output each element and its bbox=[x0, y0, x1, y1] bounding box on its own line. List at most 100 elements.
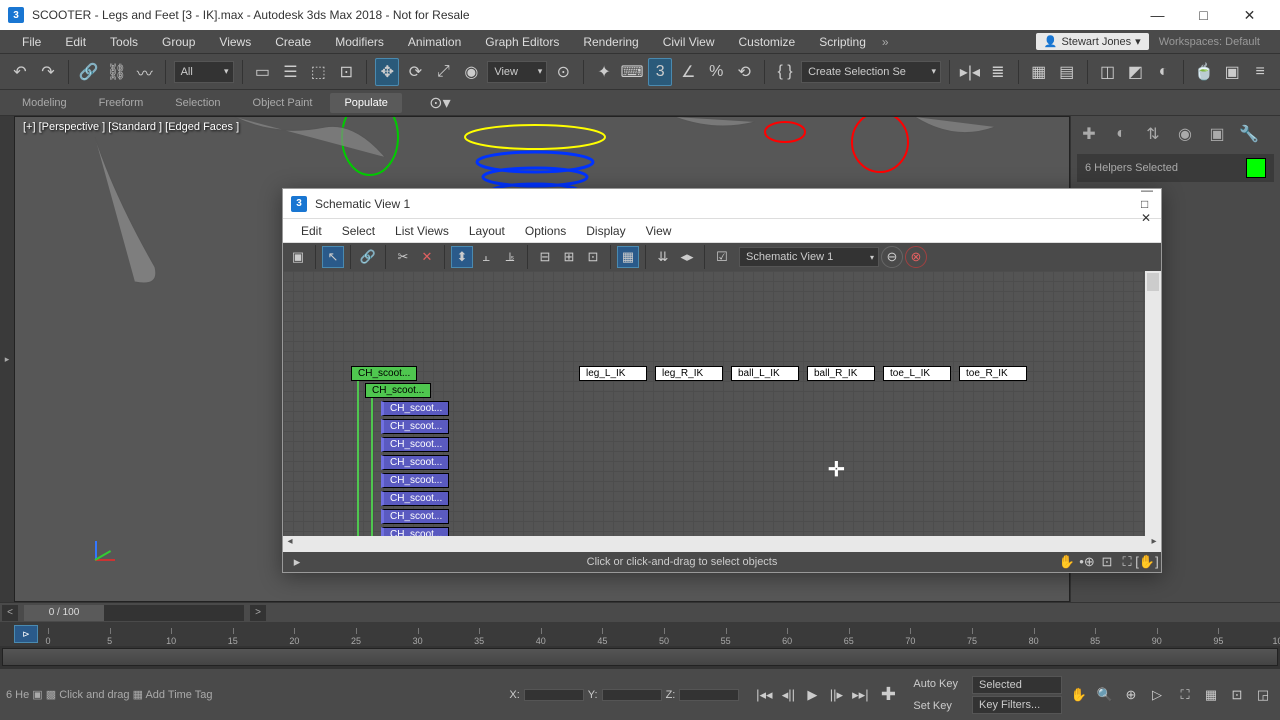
nav-fov-button[interactable]: ▷ bbox=[1146, 684, 1168, 706]
goto-start-button[interactable]: |◂◂ bbox=[753, 684, 775, 706]
next-frame-button[interactable]: ||▸ bbox=[825, 684, 847, 706]
schematic-arrange-button[interactable]: ⬍ bbox=[451, 246, 473, 268]
filter-dropdown[interactable]: All bbox=[174, 61, 234, 83]
schematic-vscroll[interactable] bbox=[1145, 271, 1161, 538]
ribbon-freeform[interactable]: Freeform bbox=[85, 93, 158, 113]
nav-orbit-button[interactable]: ⊕ bbox=[1120, 684, 1142, 706]
create-panel-icon[interactable]: ✚ bbox=[1077, 122, 1101, 146]
angle-snap-button[interactable]: ∠ bbox=[676, 58, 700, 86]
select-button[interactable]: ▭ bbox=[250, 58, 274, 86]
timeline-key-mode-button[interactable]: ⊳ bbox=[14, 625, 38, 643]
nav-pan-button[interactable]: ✋ bbox=[1068, 684, 1090, 706]
schematic-node[interactable]: CH_scoot... bbox=[381, 509, 449, 524]
motion-panel-icon[interactable]: ◉ bbox=[1173, 122, 1197, 146]
menu-views[interactable]: Views bbox=[207, 31, 263, 53]
ref-coord-dropdown[interactable]: View bbox=[487, 61, 547, 83]
schematic-pan-icon[interactable]: ✋ bbox=[1057, 553, 1077, 571]
schematic-zoom-region-icon[interactable]: ⊡ bbox=[1097, 553, 1117, 571]
schematic-titlebar[interactable]: 3 Schematic View 1 — □ ✕ bbox=[283, 189, 1161, 219]
nav-max-toggle-button[interactable]: ⊡ bbox=[1226, 684, 1248, 706]
schematic-node-root[interactable]: CH_scoot... bbox=[351, 366, 417, 381]
unlink-button[interactable]: ⛓ bbox=[105, 58, 129, 86]
schematic-unlink-button[interactable]: ✂ bbox=[392, 246, 414, 268]
menu-file[interactable]: File bbox=[10, 31, 53, 53]
percent-snap-button[interactable]: % bbox=[704, 58, 728, 86]
hierarchy-panel-icon[interactable]: ⇅ bbox=[1141, 122, 1165, 146]
schematic-node-toe-r-ik[interactable]: toe_R_IK bbox=[959, 366, 1027, 381]
schematic-menu-listviews[interactable]: List Views bbox=[385, 222, 459, 240]
timeslider-prev[interactable]: < bbox=[2, 605, 18, 621]
ribbon-modeling[interactable]: Modeling bbox=[8, 93, 81, 113]
schematic-node-leg-r-ik[interactable]: leg_R_IK bbox=[655, 366, 723, 381]
schematic-back-button[interactable]: ⊖ bbox=[881, 246, 903, 268]
schematic-connect-button[interactable]: 🔗 bbox=[357, 246, 379, 268]
select-by-name-button[interactable]: ☰ bbox=[278, 58, 302, 86]
schematic-menu-select[interactable]: Select bbox=[332, 222, 385, 240]
schematic-freeform-button[interactable]: ▦ bbox=[617, 246, 639, 268]
schematic-move-children-button[interactable]: ⇊ bbox=[652, 246, 674, 268]
nav-region-button[interactable]: ◲ bbox=[1252, 684, 1274, 706]
render-setup-button[interactable]: 🍵 bbox=[1192, 58, 1216, 86]
schematic-prompt-icon[interactable]: ▸ bbox=[287, 553, 307, 571]
bind-button[interactable]: 〰 bbox=[133, 58, 157, 86]
schematic-menu-view[interactable]: View bbox=[636, 222, 682, 240]
nav-zoom-button[interactable]: 🔍 bbox=[1094, 684, 1116, 706]
nav-zoom-all-button[interactable]: ▦ bbox=[1200, 684, 1222, 706]
curve-editor-button[interactable]: ◫ bbox=[1096, 58, 1120, 86]
render-frame-button[interactable]: ▣ bbox=[1220, 58, 1244, 86]
schematic-collapse-button[interactable]: ⊞ bbox=[558, 246, 580, 268]
menu-animation[interactable]: Animation bbox=[396, 31, 473, 53]
schematic-node[interactable]: CH_scoot... bbox=[381, 419, 449, 434]
schematic-delete-view-button[interactable]: ⊗ bbox=[905, 246, 927, 268]
schematic-node-ball-r-ik[interactable]: ball_R_IK bbox=[807, 366, 875, 381]
undo-button[interactable]: ↶ bbox=[8, 58, 32, 86]
schematic-zoom-icon[interactable]: •⊕ bbox=[1077, 553, 1097, 571]
schematic-node-leg-l-ik[interactable]: leg_L_IK bbox=[579, 366, 647, 381]
schematic-zoom-selected-icon[interactable]: [✋] bbox=[1137, 553, 1157, 571]
schematic-view-button[interactable]: ◩ bbox=[1123, 58, 1147, 86]
editor-button[interactable]: { } bbox=[773, 58, 797, 86]
move-button[interactable]: ✥ bbox=[375, 58, 399, 86]
play-button[interactable]: ▶ bbox=[801, 684, 823, 706]
schematic-menu-edit[interactable]: Edit bbox=[291, 222, 332, 240]
schematic-view-dropdown[interactable]: Schematic View 1 bbox=[739, 247, 879, 267]
utilities-panel-icon[interactable]: 🔧 bbox=[1237, 122, 1261, 146]
key-filter-selected[interactable]: Selected bbox=[972, 676, 1062, 694]
key-filters-button[interactable]: Key Filters... bbox=[972, 696, 1062, 714]
schematic-maximize-button[interactable]: □ bbox=[1141, 197, 1153, 211]
toolbar-overflow-button[interactable]: ≡ bbox=[1248, 58, 1272, 86]
schematic-node[interactable]: CH_scoot... bbox=[381, 401, 449, 416]
schematic-menu-layout[interactable]: Layout bbox=[459, 222, 515, 240]
schematic-shrink-button[interactable]: ◂▸ bbox=[676, 246, 698, 268]
minimize-button[interactable]: — bbox=[1135, 0, 1180, 30]
user-badge[interactable]: 👤Stewart Jones ▾ bbox=[1036, 33, 1149, 50]
close-button[interactable]: ✕ bbox=[1227, 0, 1272, 30]
prev-frame-button[interactable]: ◂|| bbox=[777, 684, 799, 706]
pivot-button[interactable]: ⊙ bbox=[551, 58, 575, 86]
schematic-menu-display[interactable]: Display bbox=[576, 222, 635, 240]
menu-scripting[interactable]: Scripting bbox=[807, 31, 878, 53]
schematic-align-top-button[interactable]: ⫠ bbox=[475, 246, 497, 268]
schematic-node-ball-l-ik[interactable]: ball_L_IK bbox=[731, 366, 799, 381]
nav-zoom-extents-button[interactable]: ⛶ bbox=[1174, 684, 1196, 706]
schematic-node[interactable]: CH_scoot... bbox=[381, 473, 449, 488]
key-mode-toggle[interactable]: ✚ bbox=[877, 684, 899, 706]
coord-x[interactable] bbox=[524, 689, 584, 701]
menu-customize[interactable]: Customize bbox=[727, 31, 808, 53]
keyboard-shortcut-button[interactable]: ⌨ bbox=[620, 58, 644, 86]
menu-edit[interactable]: Edit bbox=[53, 31, 98, 53]
window-crossing-button[interactable]: ⊡ bbox=[334, 58, 358, 86]
schematic-node-toe-l-ik[interactable]: toe_L_IK bbox=[883, 366, 951, 381]
timeslider-thumb[interactable]: 0 / 100 bbox=[24, 605, 104, 621]
schematic-zoom-extents-icon[interactable]: ⛶ bbox=[1117, 553, 1137, 571]
workspaces-label[interactable]: Workspaces: Default bbox=[1149, 36, 1270, 48]
schematic-minimize-button[interactable]: — bbox=[1141, 183, 1153, 197]
schematic-preferences-button[interactable]: ☑ bbox=[711, 246, 733, 268]
schematic-hscroll[interactable]: ◂ ▸ bbox=[283, 536, 1161, 552]
selection-set-dropdown[interactable]: Create Selection Se bbox=[801, 61, 941, 83]
schematic-toggle-button[interactable]: ⊡ bbox=[582, 246, 604, 268]
schematic-node[interactable]: CH_scoot... bbox=[381, 491, 449, 506]
menu-create[interactable]: Create bbox=[263, 31, 323, 53]
set-key-button[interactable]: Set Key bbox=[905, 696, 966, 716]
schematic-node[interactable]: CH_scoot... bbox=[381, 437, 449, 452]
